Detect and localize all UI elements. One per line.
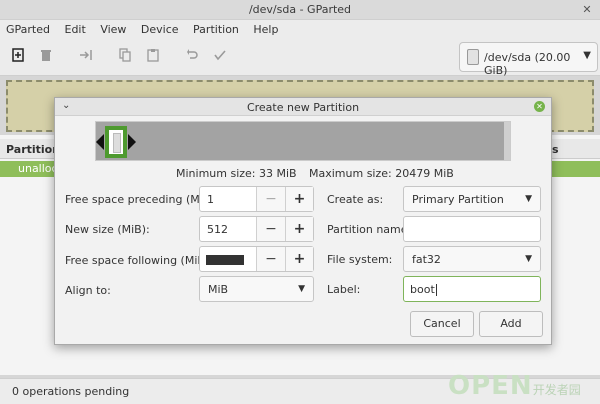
resizer-edge (504, 122, 510, 160)
free-preceding-label: Free space preceding (MiB): (65, 193, 219, 206)
create-as-value: Primary Partition (412, 193, 504, 206)
close-icon[interactable]: ✕ (534, 101, 545, 112)
paste-icon[interactable] (144, 48, 162, 66)
column-flags[interactable]: s (552, 143, 559, 156)
create-as-label: Create as: (327, 193, 384, 206)
device-label: /dev/sda (20.00 GiB) (484, 51, 571, 77)
add-button[interactable]: Add (479, 311, 543, 337)
maximum-size: Maximum size: 20479 MiB (309, 167, 454, 180)
drag-right-handle[interactable] (128, 134, 136, 150)
free-following-value-redacted[interactable] (206, 255, 244, 265)
chevron-down-icon: ▼ (525, 194, 532, 204)
partition-resizer[interactable] (95, 121, 511, 161)
text-cursor (435, 284, 437, 296)
file-system-value: fat32 (412, 253, 441, 266)
file-system-dropdown[interactable]: fat32 ▼ (403, 246, 541, 272)
new-partition-icon[interactable] (9, 48, 27, 66)
label-field-value: boot (410, 283, 437, 296)
increment-button[interactable]: + (285, 217, 313, 241)
delete-icon[interactable] (37, 48, 55, 66)
decrement-button[interactable]: − (256, 217, 285, 241)
watermark-logo: OPEN开发者园 (448, 371, 581, 401)
window-titlebar: /dev/sda - GParted ✕ (0, 0, 600, 20)
menubar: GParted Edit View Device Partition Help (0, 20, 600, 40)
menu-edit[interactable]: Edit (59, 20, 91, 36)
menu-gparted[interactable]: GParted (0, 20, 55, 36)
copy-icon[interactable] (116, 48, 134, 66)
free-preceding-value[interactable]: 1 (207, 193, 214, 206)
menu-device[interactable]: Device (135, 20, 184, 36)
menu-help[interactable]: Help (247, 20, 283, 36)
undo-icon[interactable] (183, 48, 201, 66)
label-field[interactable]: boot (403, 276, 541, 302)
chevron-down-icon: ▼ (525, 254, 532, 264)
new-size-label: New size (MiB): (65, 223, 150, 236)
align-dropdown[interactable]: MiB ▼ (199, 276, 314, 302)
device-selector[interactable]: /dev/sda (20.00 GiB) ▼ (459, 42, 598, 77)
apply-icon[interactable] (211, 48, 229, 66)
dialog-titlebar: ⌄ Create new Partition ✕ (55, 98, 551, 116)
increment-button[interactable]: + (285, 187, 313, 211)
column-partition[interactable]: Partition (6, 143, 60, 156)
chevron-down-icon: ▼ (583, 50, 591, 61)
decrement-button[interactable]: − (256, 247, 285, 271)
align-label: Align to: (65, 284, 111, 297)
menu-partition[interactable]: Partition (187, 20, 244, 36)
partition-name-label: Partition name: (327, 223, 412, 236)
decrement-button[interactable]: − (256, 187, 285, 211)
new-size-stepper[interactable]: 512 − + (199, 216, 314, 242)
align-value: MiB (208, 283, 229, 296)
free-following-stepper[interactable]: − + (199, 246, 314, 272)
drag-left-handle[interactable] (96, 134, 104, 150)
dialog-title: Create new Partition (246, 101, 360, 114)
label-field-label: Label: (327, 283, 361, 296)
close-icon[interactable]: ✕ (580, 3, 594, 17)
menu-view[interactable]: View (94, 20, 131, 36)
partition-name-field[interactable] (403, 216, 541, 242)
cancel-button[interactable]: Cancel (410, 311, 474, 337)
window-title: /dev/sda - GParted (248, 3, 352, 16)
free-preceding-stepper[interactable]: 1 − + (199, 186, 314, 212)
disk-icon (467, 49, 479, 65)
resize-move-icon[interactable] (77, 48, 95, 66)
file-system-label: File system: (327, 253, 393, 266)
increment-button[interactable]: + (285, 247, 313, 271)
create-partition-dialog: ⌄ Create new Partition ✕ Minimum size: 3… (54, 97, 552, 345)
minimum-size: Minimum size: 33 MiB (176, 167, 297, 180)
create-as-dropdown[interactable]: Primary Partition ▼ (403, 186, 541, 212)
chevron-down-icon: ▼ (298, 284, 305, 294)
free-following-label: Free space following (MiB): (65, 254, 213, 267)
new-partition-block[interactable] (105, 126, 127, 158)
status-text: 0 operations pending (12, 385, 130, 398)
new-size-value[interactable]: 512 (207, 223, 228, 236)
